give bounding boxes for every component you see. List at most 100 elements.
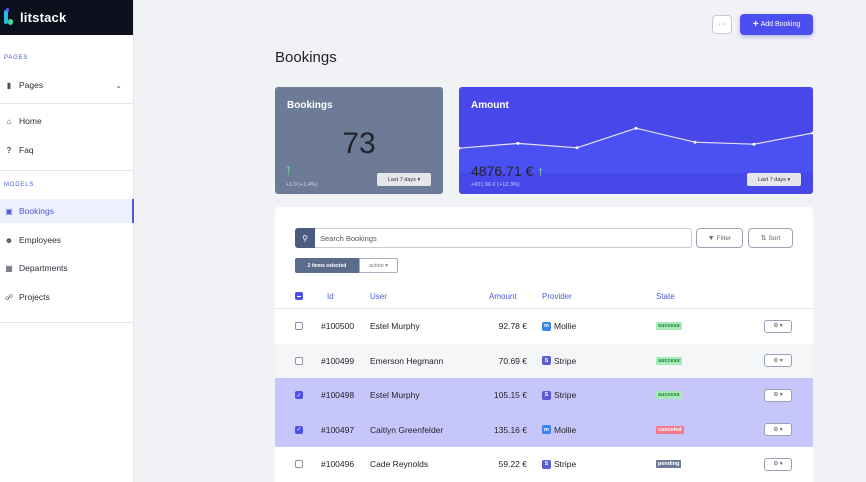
stripe-icon: S [542, 356, 551, 366]
booking-user: Caitlyn Greenfelder [370, 424, 444, 435]
bookings-period-select[interactable]: Last 7 days ▾ [377, 173, 431, 186]
search-input[interactable] [315, 228, 692, 248]
row-actions-button[interactable]: ⚙ ▾ [764, 354, 792, 368]
column-header-user[interactable]: User [370, 292, 387, 301]
status-badge: canceled [656, 425, 684, 434]
booking-amount: 105.15 € [493, 390, 527, 401]
sidebar-item-label: Departments [19, 263, 68, 273]
provider-name: Stripe [554, 459, 577, 470]
sparkline-point [752, 142, 756, 146]
row-checkbox[interactable] [295, 322, 303, 331]
booking-amount: 70.69 € [498, 355, 527, 366]
sidebar-item-bookings[interactable]: ▣ Bookings [0, 199, 134, 223]
sidebar-item-label: Bookings [19, 206, 54, 216]
row-actions-button[interactable]: ⚙ ▾ [764, 388, 792, 402]
column-header-amount[interactable]: Amount [489, 292, 517, 301]
sidebar-item-label: Employees [19, 235, 62, 245]
sidebar-item-departments[interactable]: ▦ Departments [0, 256, 134, 280]
booking-user: Estel Murphy [370, 321, 420, 332]
add-booking-label: Add Booking [760, 21, 801, 28]
sitemap-icon: ☍ [4, 292, 14, 302]
sparkline-point [693, 140, 697, 144]
amount-delta: +601.96 € (+12.3%) [471, 182, 520, 188]
mollie-icon: m [542, 321, 551, 331]
table-row[interactable]: ✓ #100498 Estel Murphy 105.15 € S Stripe succe… [275, 378, 813, 413]
booking-id: #100499 [321, 355, 355, 366]
provider-name: Stripe [554, 390, 577, 401]
booking-id: #100498 [321, 390, 355, 401]
stripe-icon: S [542, 390, 551, 400]
divider [0, 170, 134, 171]
sort-button[interactable]: ⇅ Sort [748, 228, 793, 248]
sidebar: litstack PAGES ▮ Pages ⌄ ⌂ Home ? Faq MO… [0, 0, 134, 482]
sidebar-item-faq[interactable]: ? Faq [0, 138, 134, 162]
more-options-button[interactable]: ··· [712, 15, 732, 34]
row-actions-button[interactable]: ⚙ ▾ [764, 423, 792, 437]
sidebar-item-pages[interactable]: ▮ Pages ⌄ [0, 73, 134, 97]
column-header-state[interactable]: State [656, 292, 675, 301]
booking-provider: m Mollie [542, 309, 576, 344]
amount-period-select[interactable]: Last 7 days ▾ [747, 173, 801, 186]
booking-id: #100497 [321, 424, 355, 435]
row-checkbox[interactable]: ✓ [295, 425, 303, 434]
plus-icon: + [752, 19, 759, 30]
booking-amount: 135.16 € [493, 424, 527, 435]
bulk-action-dropdown[interactable]: action ▾ [359, 258, 398, 273]
litstack-logo-icon [4, 7, 14, 28]
table-row[interactable]: #100500 Estel Murphy 92.78 € m Mollie success… [275, 309, 813, 344]
status-badge: success [656, 322, 682, 331]
booking-id: #100500 [321, 321, 355, 332]
booking-id: #100496 [321, 459, 355, 470]
column-header-id[interactable]: Id [327, 292, 334, 301]
booking-provider: S Stripe [542, 344, 576, 379]
status-badge: pending [656, 460, 682, 469]
selection-count-badge: 2 items selected [295, 258, 359, 273]
booking-provider: S Stripe [542, 378, 576, 413]
sidebar-item-home[interactable]: ⌂ Home [0, 109, 134, 133]
table-row[interactable]: #100496 Cade Reynolds 59.22 € S Stripe pendin… [275, 447, 813, 482]
arrow-up-icon: ↑ [285, 161, 292, 177]
sparkline-point [516, 141, 520, 145]
bookings-count: 73 [342, 127, 376, 160]
sidebar-item-projects[interactable]: ☍ Projects [0, 285, 134, 309]
row-checkbox[interactable]: ✓ [295, 391, 303, 400]
arrow-up-icon: ↑ [537, 163, 545, 179]
id-card-icon: ▣ [5, 206, 13, 216]
booking-provider: m Mollie [542, 413, 576, 448]
section-label-pages: PAGES [4, 55, 29, 61]
sidebar-item-label: Projects [19, 292, 50, 302]
sidebar-item-label: Home [19, 116, 42, 126]
sidebar-item-employees[interactable]: ☻ Employees [0, 228, 134, 252]
sort-icon: ⇅ [760, 235, 767, 242]
brand-bar[interactable]: litstack [0, 0, 133, 35]
filter-button[interactable]: ▼ Filter [696, 228, 743, 248]
building-icon: ▦ [5, 263, 13, 273]
column-header-provider[interactable]: Provider [542, 292, 572, 301]
row-checkbox[interactable] [295, 460, 303, 469]
users-icon: ☻ [4, 235, 14, 245]
filter-label: Filter [716, 234, 732, 242]
chevron-down-icon: ⌄ [115, 80, 122, 90]
status-badge: success [656, 356, 682, 365]
question-icon: ? [6, 145, 12, 155]
table-row[interactable]: #100499 Emerson Hegmann 70.69 € S Stripe succ… [275, 343, 813, 379]
sidebar-item-label: Pages [19, 80, 44, 90]
row-actions-button[interactable]: ⚙ ▾ [764, 319, 792, 333]
booking-provider: S Stripe [542, 447, 576, 482]
row-actions-button[interactable]: ⚙ ▾ [764, 457, 792, 471]
booking-amount: 92.78 € [498, 321, 527, 332]
sparkline-point [634, 126, 638, 130]
amount-value-text: 4876.71 € [471, 163, 534, 179]
filter-icon: ▼ [707, 234, 715, 242]
row-checkbox[interactable] [295, 356, 303, 365]
divider [0, 103, 134, 104]
table-row[interactable]: ✓ #100497 Caitlyn Greenfelder 135.16 € m Moll… [275, 412, 813, 448]
select-all-checkbox[interactable] [295, 292, 303, 300]
search-icon[interactable]: ⚲ [295, 228, 315, 248]
booking-user: Cade Reynolds [370, 459, 429, 470]
stripe-icon: S [542, 459, 551, 469]
home-icon: ⌂ [6, 116, 12, 126]
add-booking-button[interactable]: + Add Booking [740, 14, 813, 35]
file-icon: ▮ [6, 80, 12, 90]
stat-card-title: Bookings [287, 100, 333, 111]
